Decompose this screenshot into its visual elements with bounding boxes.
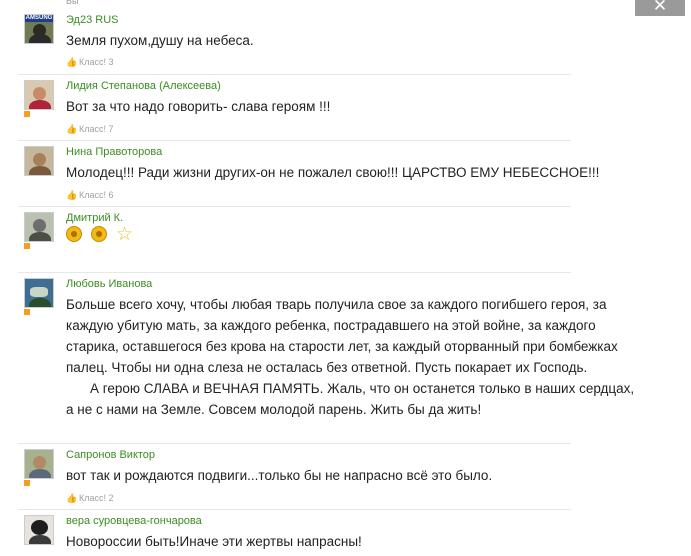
sunflower-sticker-icon [66, 226, 82, 242]
like-count: Класс! 6 [79, 190, 114, 200]
online-badge [24, 309, 30, 315]
comment-item: Нина Правоторова Молодец!!! Ради жизни д… [0, 140, 631, 202]
sunflower-sticker-icon [91, 226, 107, 242]
comment-item: вера суровцева-гончарова Новороссии быть… [0, 509, 631, 556]
avatar-figure-body [29, 232, 51, 241]
avatar-figure [30, 287, 48, 297]
comment-author[interactable]: Нина Правоторова [66, 146, 162, 158]
comment-author[interactable]: Дмитрий К. [66, 212, 123, 224]
avatar-figure-body [29, 469, 51, 478]
comment-text: Земля пухом,душу на небеса. [66, 33, 254, 48]
comment-text: Молодец!!! Ради жизни других-он не пожал… [66, 165, 600, 180]
comment-item: Любовь Иванова Больше всего хочу, чтобы … [0, 272, 634, 428]
avatar[interactable] [24, 146, 54, 176]
avatar[interactable] [24, 278, 54, 308]
thumbs-up-icon: 👍 [66, 57, 78, 67]
avatar-figure [33, 153, 46, 166]
like-count: Класс! 2 [79, 493, 114, 503]
comment-author[interactable]: Сапронов Виктор [66, 449, 155, 461]
online-badge [24, 480, 30, 486]
avatar-logo-text: AMSUNG [25, 15, 53, 22]
comment-text-segment: А герою СЛАВА и ВЕЧНАЯ ПАМЯТЬ. Жаль, что… [90, 381, 635, 396]
comment-divider [18, 140, 571, 141]
comment-text-line: каждую убитую мать, за каждого ребенка, … [66, 318, 596, 333]
online-badge [24, 243, 30, 249]
online-badge [24, 111, 30, 117]
avatar[interactable] [24, 212, 54, 242]
like-count: Класс! 3 [79, 57, 114, 67]
comment-text: вот так и рождаются подвиги...только бы … [66, 468, 493, 483]
comment-divider [18, 206, 571, 207]
like-button[interactable]: 👍Класс! 6 [66, 190, 114, 201]
comment-text-line: Больше всего хочу, чтобы любая тварь пол… [66, 297, 607, 312]
comment-item: Сапронов Виктор вот так и рождаются подв… [0, 443, 631, 505]
sticker-row: ☆ [66, 223, 134, 247]
comment-text: Новороссии быть!Иначе эти жертвы напрасн… [66, 534, 362, 549]
avatar-figure [33, 87, 46, 100]
comment-divider [18, 74, 571, 75]
comment-author[interactable]: Эд23 RUS [66, 14, 118, 26]
comment-item: Лидия Степанова (Алексеева) Вот за что н… [0, 74, 631, 136]
like-count: Класс! 7 [79, 124, 114, 134]
comment-author[interactable]: Лидия Степанова (Алексеева) [66, 80, 221, 92]
comment-text-line: старика, оставшегося без крова на старос… [66, 339, 618, 354]
avatar[interactable] [24, 449, 54, 479]
comment-text-line: А герою СЛАВА и ВЕЧНАЯ ПАМЯТЬ. Жаль, что… [66, 378, 656, 399]
comment-divider [18, 272, 571, 273]
avatar-figure-body [29, 34, 51, 43]
avatar-figure-body [29, 535, 51, 544]
thumbs-up-icon: 👍 [66, 493, 78, 503]
comment-author[interactable]: вера суровцева-гончарова [66, 515, 202, 527]
thumbs-up-icon: 👍 [66, 124, 78, 134]
previous-comment-remnant: Вы [66, 0, 79, 6]
like-button[interactable]: 👍Класс! 3 [66, 57, 114, 68]
avatar[interactable] [24, 80, 54, 110]
avatar[interactable] [24, 515, 54, 545]
comment-text-line: палец. Чтобы ни одна слеза не осталась б… [66, 360, 588, 375]
avatar-figure-body [29, 298, 51, 307]
avatar-figure-body [29, 166, 51, 175]
thumbs-up-icon: 👍 [66, 190, 78, 200]
comment-divider [18, 443, 571, 444]
comment-text: Больше всего хочу, чтобы любая тварь пол… [66, 294, 656, 420]
avatar-figure [31, 520, 48, 535]
comment-text-line: а не с нами на Земле. Совсем молодой пар… [66, 402, 482, 417]
avatar-figure [33, 219, 46, 232]
comment-divider [18, 509, 571, 510]
close-button[interactable]: ✕ [635, 0, 685, 16]
star-sticker-icon: ☆ [116, 223, 134, 245]
comment-item: Дмитрий К. ☆ [0, 206, 631, 262]
avatar-figure [33, 456, 46, 469]
avatar[interactable]: AMSUNG [24, 14, 54, 44]
avatar-figure-body [29, 100, 51, 109]
like-button[interactable]: 👍Класс! 7 [66, 124, 114, 135]
comment-text: Вот за что надо говорить- слава героям !… [66, 99, 331, 114]
comment-author[interactable]: Любовь Иванова [66, 278, 152, 290]
like-button[interactable]: 👍Класс! 2 [66, 493, 114, 504]
comment-item: AMSUNG Эд23 RUS Земля пухом,душу на небе… [0, 14, 631, 68]
